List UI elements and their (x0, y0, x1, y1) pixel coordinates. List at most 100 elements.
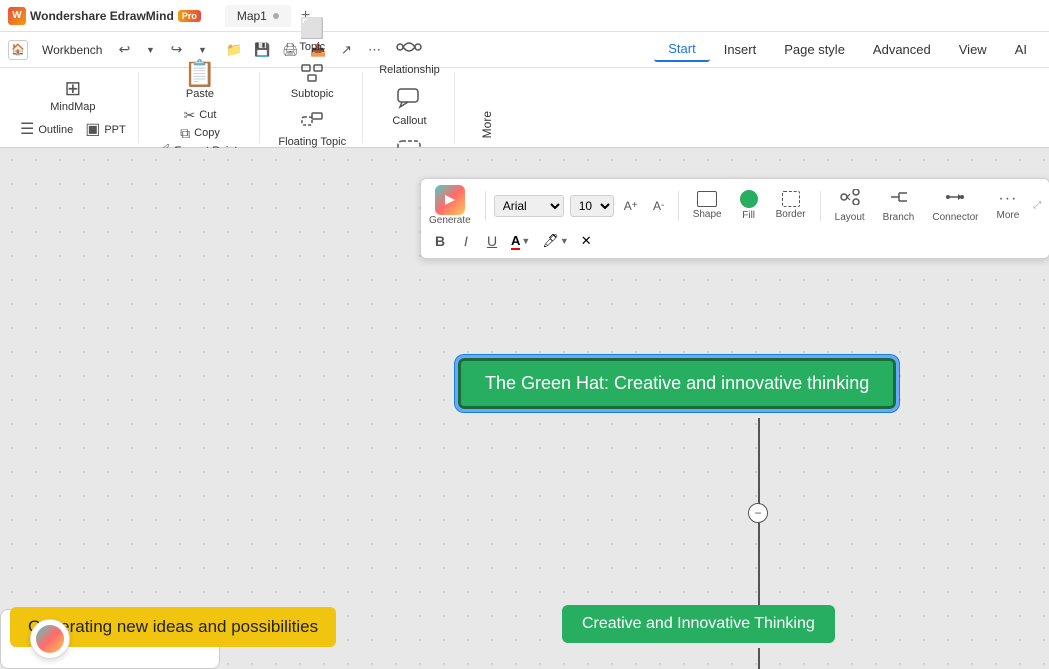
font-color-icon: A (511, 233, 520, 250)
cut-button[interactable]: ✂ Cut (149, 107, 252, 123)
menu-page-style[interactable]: Page style (770, 38, 859, 61)
subtopic-button[interactable]: Subtopic (285, 60, 340, 105)
home-icon[interactable]: 🏠 (8, 40, 28, 60)
shape-button[interactable]: Shape (687, 189, 728, 222)
more-label: More (480, 111, 494, 138)
more-button[interactable]: More (465, 73, 509, 143)
tab-dot (273, 13, 279, 19)
collapse-button[interactable]: − (748, 503, 768, 523)
float-toolbar-top: Generate Arial 10 A+ A- Shape Fill Bo (429, 185, 1041, 226)
paste-icon: 📋 (184, 60, 216, 86)
clear-format-icon: ✕ (581, 233, 592, 249)
subtopic-icon (301, 64, 323, 86)
menu-advanced[interactable]: Advanced (859, 38, 945, 61)
ppt-label: PPT (104, 124, 125, 137)
app-logo: W Wondershare EdrawMind Pro (8, 7, 201, 25)
callout-button[interactable]: Callout (386, 83, 432, 132)
connector-label: Connector (932, 212, 978, 223)
underline-button[interactable]: U (481, 230, 503, 252)
font-color-button[interactable]: A ▼ (507, 231, 534, 252)
paste-label: Paste (186, 88, 214, 101)
branch-button[interactable]: Branch (877, 187, 921, 225)
font-select[interactable]: Arial (494, 195, 564, 217)
fill-icon (740, 190, 758, 208)
generate-label: Generate (429, 215, 471, 226)
yellow-node-label: Generating new ideas and possibilities (28, 617, 318, 636)
mindmap-button[interactable]: ⊞ MindMap (44, 75, 101, 118)
ai-generate-icon (435, 185, 465, 215)
font-size-increase[interactable]: A+ (620, 195, 642, 217)
highlight-button[interactable]: 🖊 ▼ (538, 231, 572, 251)
ppt-icon: ▣ (85, 122, 100, 138)
fill-button[interactable]: Fill (734, 188, 764, 223)
more-format-button[interactable]: ··· More (991, 188, 1026, 223)
outline-label: Outline (38, 124, 73, 137)
layout-button[interactable]: Layout (829, 187, 871, 225)
floating-topic-button[interactable]: Floating Topic (272, 108, 352, 153)
main-node[interactable]: The Green Hat: Creative and innovative t… (458, 358, 896, 409)
main-node-label: The Green Hat: Creative and innovative t… (485, 373, 869, 393)
bold-button[interactable]: B (429, 230, 451, 252)
child-node-1-label: Creative and Innovative Thinking (582, 615, 815, 632)
more-format-label: More (997, 210, 1020, 221)
subtopic-label: Subtopic (291, 88, 334, 101)
connector-icon (945, 189, 965, 210)
folder-icon[interactable]: 📁 (222, 38, 246, 62)
ai-assistant-button[interactable] (30, 619, 70, 659)
toolbar-pin[interactable]: ⤢ (1033, 200, 1041, 211)
ppt-button[interactable]: ▣ PPT (81, 120, 130, 140)
shape-label: Shape (693, 209, 722, 220)
layout-icon (840, 189, 860, 210)
relationship-label: Relationship (379, 64, 440, 77)
callout-icon (396, 87, 422, 113)
shape-icon (697, 191, 717, 207)
connector-button[interactable]: Connector (926, 187, 984, 225)
share-icon[interactable]: ↗ (334, 38, 358, 62)
outline-icon: ☰ (20, 122, 34, 138)
font-size-decrease[interactable]: A- (648, 195, 670, 217)
outline-button[interactable]: ☰ Outline (16, 120, 77, 140)
branch-label: Branch (883, 212, 915, 223)
tab-map1[interactable]: Map1 (225, 5, 291, 27)
generate-button[interactable]: Generate (429, 185, 471, 226)
border-button[interactable]: Border (770, 189, 812, 222)
italic-button[interactable]: I (455, 230, 477, 252)
ribbon-more-group: More (457, 72, 517, 143)
tab-map1-label: Map1 (237, 9, 267, 23)
callout-label: Callout (392, 115, 426, 128)
mindmap-label: MindMap (50, 101, 95, 114)
paste-button[interactable]: 📋 Paste (178, 56, 222, 105)
undo-button[interactable]: ↩ (112, 38, 136, 62)
menu-items: Start Insert Page style Advanced View AI (654, 37, 1041, 62)
topic-button[interactable]: ⬜ Topic (290, 15, 334, 58)
float-toolbar-bottom: B I U A ▼ 🖊 ▼ ✕ (429, 230, 1041, 252)
save-icon[interactable]: 💾 (250, 38, 274, 62)
title-bar: W Wondershare EdrawMind Pro Map1 + (0, 0, 1049, 32)
menu-ai[interactable]: AI (1001, 38, 1041, 61)
font-color-dropdown[interactable]: ▼ (521, 236, 530, 246)
workbench-button[interactable]: Workbench (36, 41, 108, 59)
child-node-1[interactable]: Creative and Innovative Thinking (562, 605, 835, 643)
border-label: Border (776, 209, 806, 220)
highlight-dropdown[interactable]: ▼ (560, 236, 569, 246)
menu-insert[interactable]: Insert (710, 38, 771, 61)
copy-button[interactable]: ⧉ Copy (149, 125, 252, 141)
toolbar-separator-2 (678, 191, 679, 221)
layout-label: Layout (835, 212, 865, 223)
relationship-icon (396, 36, 422, 62)
relationship-button[interactable]: Relationship (373, 32, 446, 81)
connector-collapse-down (758, 523, 760, 605)
menu-bar: 🏠 Workbench ↩ ▼ ↪ ▼ 📁 💾 🖨 📤 ↗ ⋯ Start In… (0, 32, 1049, 68)
undo-dropdown[interactable]: ▼ (138, 38, 162, 62)
app-logo-icon: W (8, 7, 26, 25)
floating-topic-icon (301, 112, 323, 134)
clear-format-button[interactable]: ✕ (577, 231, 596, 251)
copy-icon: ⧉ (180, 126, 190, 140)
menu-start[interactable]: Start (654, 37, 709, 62)
menu-view[interactable]: View (945, 38, 1001, 61)
canvas[interactable]: Generate Arial 10 A+ A- Shape Fill Bo (0, 148, 1049, 669)
ribbon-clipboard-group: 📋 Paste ✂ Cut ⧉ Copy 🖌 Format Painter (141, 72, 261, 143)
cut-label: Cut (199, 109, 216, 122)
font-size-select[interactable]: 10 (570, 195, 614, 217)
app-name: Wondershare EdrawMind (30, 9, 174, 23)
